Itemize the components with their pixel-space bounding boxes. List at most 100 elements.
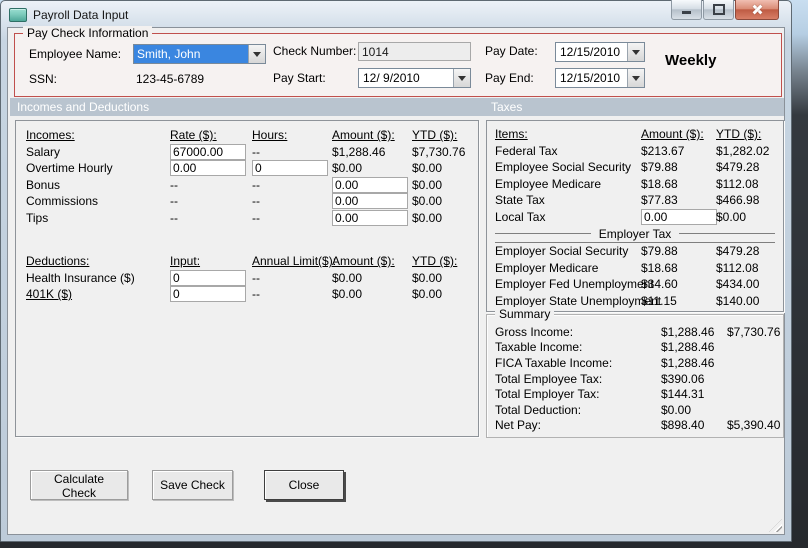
summary-amount: $390.06 xyxy=(661,371,705,386)
pay-start-value: 12/ 9/2010 xyxy=(359,69,453,87)
income-row-commissions: Commissions -- -- $0.00 xyxy=(26,193,478,210)
summary-row-taxable: Taxable Income: $1,288.46 xyxy=(495,340,783,356)
tax-row-er-fed-unemp: Employer Fed Unemployment $34.60 $434.00 xyxy=(495,276,783,293)
income-rate: -- xyxy=(170,194,178,209)
col-header-incomes: Incomes: xyxy=(26,128,75,143)
summary-row-deduction: Total Deduction: $0.00 xyxy=(495,402,783,418)
summary-amount: $0.00 xyxy=(661,402,692,417)
overtime-hours-input[interactable] xyxy=(252,160,328,177)
incomes-deductions-panel: Incomes: Rate ($): Hours: Amount ($): YT… xyxy=(15,120,479,437)
deduction-label: Health Insurance ($) xyxy=(26,270,135,285)
pay-end-value: 12/15/2010 xyxy=(556,69,627,87)
tax-amount: $79.88 xyxy=(641,160,678,175)
employee-name-label: Employee Name: xyxy=(29,47,122,61)
chevron-down-icon xyxy=(632,49,640,55)
summary-title: Summary xyxy=(495,307,555,321)
calculate-check-button[interactable]: Calculate Check xyxy=(30,470,128,500)
pay-date-dropdown-button[interactable] xyxy=(627,43,644,61)
save-check-button[interactable]: Save Check xyxy=(152,470,233,500)
income-hours: -- xyxy=(252,210,260,225)
pay-start-label: Pay Start: xyxy=(273,71,326,85)
close-window-button[interactable] xyxy=(735,0,779,20)
minimize-button[interactable] xyxy=(671,0,702,20)
income-rate: -- xyxy=(170,177,178,192)
col-header-ytd: YTD ($): xyxy=(412,254,458,269)
summary-amount: $1,288.46 xyxy=(661,355,715,370)
income-ytd: $0.00 xyxy=(412,177,443,192)
employee-name-dropdown-button[interactable] xyxy=(248,45,265,63)
tax-ytd: $466.98 xyxy=(716,193,760,208)
chevron-down-icon xyxy=(253,51,261,57)
ssn-label: SSN: xyxy=(29,72,58,86)
close-button[interactable]: Close xyxy=(264,470,344,500)
employee-name-combobox[interactable]: Smith, John xyxy=(133,44,266,64)
window-controls xyxy=(671,0,779,20)
salary-rate-input[interactable] xyxy=(170,143,246,160)
title-bar[interactable]: Payroll Data Input xyxy=(7,0,785,27)
tax-ytd: $112.08 xyxy=(716,260,759,275)
pay-start-dropdown-button[interactable] xyxy=(453,69,470,87)
col-header-rate: Rate ($): xyxy=(170,128,217,143)
employer-tax-divider: Employer Tax xyxy=(495,225,775,243)
col-header-ytd: YTD ($): xyxy=(412,128,458,143)
tax-label: Federal Tax xyxy=(495,143,558,158)
payroll-window: Payroll Data Input Pay Check Information… xyxy=(0,0,792,542)
deduction-row-health: Health Insurance ($) -- $0.00 $0.00 xyxy=(26,269,478,287)
ssn-value: 123-45-6789 xyxy=(136,72,205,86)
tax-label: Employer Social Security xyxy=(495,244,629,259)
income-row-salary: Salary -- $1,288.46 $7,730.76 xyxy=(26,143,478,161)
tips-amount-input[interactable] xyxy=(332,209,408,226)
pay-end-dropdown-button[interactable] xyxy=(627,69,644,87)
overtime-rate-input[interactable] xyxy=(170,160,246,177)
paycheck-info-title: Pay Check Information xyxy=(23,26,153,40)
tax-row-local: Local Tax $0.00 xyxy=(495,208,783,226)
summary-label: Total Deduction: xyxy=(495,402,582,417)
deduction-amount: $0.00 xyxy=(332,270,363,285)
income-hours: -- xyxy=(252,144,260,159)
k401-input[interactable] xyxy=(170,286,246,303)
incomes-header-row: Incomes: Rate ($): Hours: Amount ($): YT… xyxy=(26,127,478,144)
pay-start-datepicker[interactable]: 12/ 9/2010 xyxy=(358,68,471,88)
tax-ytd: $112.08 xyxy=(716,176,759,191)
summary-amount: $1,288.46 xyxy=(661,340,715,355)
bonus-amount-input[interactable] xyxy=(332,176,408,193)
pay-end-datepicker[interactable]: 12/15/2010 xyxy=(555,68,645,88)
summary-label: FICA Taxable Income: xyxy=(495,355,613,370)
window-title: Payroll Data Input xyxy=(33,7,129,22)
resize-grip[interactable] xyxy=(769,519,782,532)
deduction-label-401k[interactable]: 401K ($) xyxy=(26,287,170,301)
summary-label: Taxable Income: xyxy=(495,340,583,355)
incomes-section-header: Incomes and Deductions xyxy=(17,100,150,114)
income-ytd: $0.00 xyxy=(412,194,443,209)
paycheck-info-group: Pay Check Information Employee Name: Smi… xyxy=(14,26,782,97)
summary-row-net-pay: Net Pay: $898.40 $5,390.40 xyxy=(495,418,783,434)
close-icon xyxy=(752,4,763,15)
taxes-section-header: Taxes xyxy=(491,100,523,114)
income-label: Bonus xyxy=(26,177,61,192)
check-number-field[interactable] xyxy=(358,42,471,61)
tax-amount: $34.60 xyxy=(641,277,678,292)
health-insurance-input[interactable] xyxy=(170,269,246,286)
tax-label: Employer State Unemployment xyxy=(495,293,662,308)
local-tax-input[interactable] xyxy=(641,208,717,225)
summary-row-gross: Gross Income: $1,288.46 $7,730.76 xyxy=(495,324,783,340)
maximize-button[interactable] xyxy=(703,0,734,20)
tax-ytd: $140.00 xyxy=(716,293,760,308)
tax-label: State Tax xyxy=(495,193,545,208)
tax-ytd: $479.28 xyxy=(716,244,760,259)
summary-label: Gross Income: xyxy=(495,324,574,339)
tax-amount: $11.15 xyxy=(641,293,677,308)
taxes-header-row: Items: Amount ($): YTD ($): xyxy=(495,126,783,143)
income-amount: $1,288.46 xyxy=(332,144,386,159)
col-header-amount: Amount ($): xyxy=(641,127,704,142)
deduction-amount: $0.00 xyxy=(332,287,363,302)
pay-frequency-label: Weekly xyxy=(665,52,717,69)
income-row-bonus: Bonus -- -- $0.00 xyxy=(26,176,478,194)
tax-label: Employee Social Security xyxy=(495,160,632,175)
employee-name-value: Smith, John xyxy=(134,45,248,63)
chevron-down-icon xyxy=(632,75,640,81)
commissions-amount-input[interactable] xyxy=(332,193,408,210)
col-header-annual-limit: Annual Limit($): xyxy=(252,254,337,269)
pay-date-datepicker[interactable]: 12/15/2010 xyxy=(555,42,645,62)
tax-label: Employer Fed Unemployment xyxy=(495,277,654,292)
